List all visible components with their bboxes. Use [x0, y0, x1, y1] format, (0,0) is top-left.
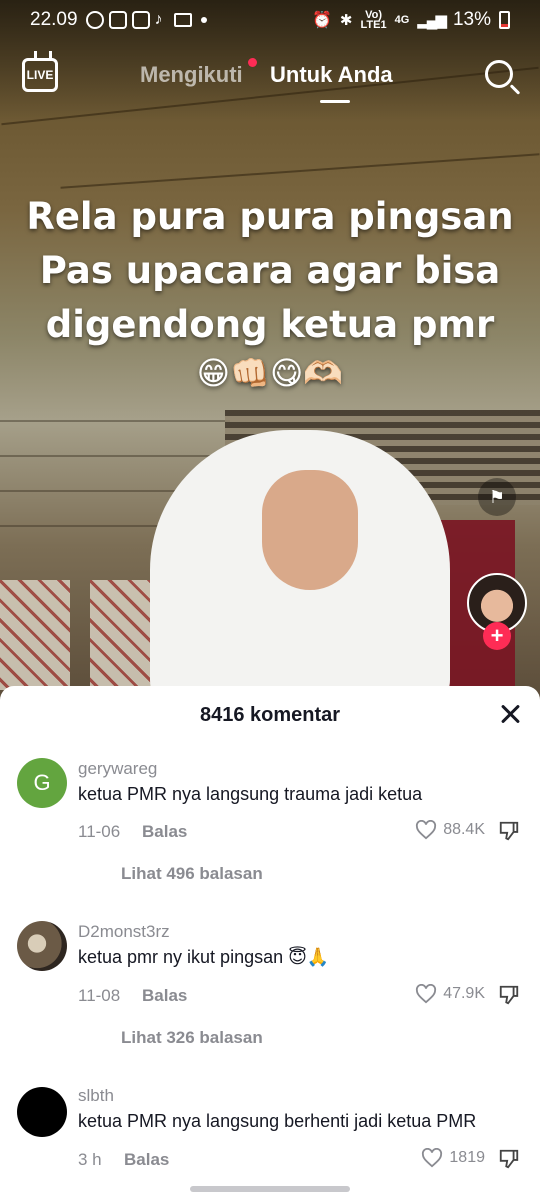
new-content-dot [248, 58, 257, 67]
like-button[interactable]: 47.9K [415, 984, 485, 1004]
gmail-icon [173, 13, 192, 27]
avatar[interactable]: G [17, 758, 67, 808]
alert-icon [108, 11, 127, 29]
avatar[interactable] [17, 921, 67, 971]
comment-username[interactable]: gerywareg [78, 759, 157, 779]
bluetooth-icon: ✱ [339, 12, 353, 29]
volte-indicator: Vo) LTE1 [360, 10, 387, 31]
avatar[interactable] [17, 1087, 67, 1137]
signal-icon: ▂▄▆ [417, 12, 447, 29]
reply-button[interactable]: Balas [142, 822, 187, 842]
close-icon[interactable] [497, 702, 523, 728]
battery-percent: 13% [452, 9, 491, 30]
comment-time: 11-08 [78, 986, 121, 1005]
reply-button[interactable]: Balas [142, 986, 187, 1006]
caption-line: digendong ketua pmr [45, 303, 495, 346]
comment-username[interactable]: slbth [78, 1086, 114, 1106]
like-count: 1819 [449, 1149, 485, 1166]
dislike-icon[interactable] [498, 1148, 520, 1170]
top-nav: LIVE Mengikuti Untuk Anda [0, 50, 540, 110]
tab-following[interactable]: Mengikuti [140, 62, 243, 88]
wall-plank [0, 455, 230, 457]
dislike-icon[interactable] [498, 984, 520, 1006]
tab-for-you[interactable]: Untuk Anda [270, 62, 393, 88]
search-icon[interactable] [485, 60, 513, 88]
heart-icon [416, 820, 437, 840]
comment-time: 11-06 [78, 822, 121, 841]
comments-header: 8416 komentar [0, 686, 540, 744]
status-time: 22.09 [30, 9, 78, 30]
view-replies-button[interactable]: Lihat 326 balasan [121, 1028, 263, 1048]
caption-line: Rela pura pura pingsan [26, 195, 514, 238]
lte-label: LTE1 [360, 19, 387, 31]
live-icon[interactable]: LIVE [22, 58, 58, 92]
comment-text: ketua PMR nya langsung berhenti jadi ket… [78, 1111, 477, 1131]
comment-username[interactable]: D2monst3rz [78, 922, 170, 942]
shopping-bag-icon [131, 11, 150, 29]
whatsapp-icon [85, 11, 104, 29]
like-count: 47.9K [443, 985, 485, 1002]
like-button[interactable]: 1819 [421, 1148, 485, 1168]
patterned-cloth [0, 580, 70, 690]
caption-emoji: 😁👊🏻😋🫶🏻 [196, 354, 344, 392]
follow-button[interactable]: + [483, 622, 511, 650]
heart-icon [422, 1148, 443, 1168]
active-tab-indicator [320, 100, 350, 103]
alarm-icon: ⏰ [312, 12, 332, 29]
comment-time: 3 h [78, 1150, 102, 1169]
like-button[interactable]: 88.4K [415, 820, 485, 840]
person-face [262, 470, 358, 590]
like-count: 88.4K [443, 821, 485, 838]
view-replies-button[interactable]: Lihat 496 balasan [121, 864, 263, 884]
comment-text: ketua PMR nya langsung trauma jadi ketua [78, 784, 423, 804]
status-bar: 22.09 ♪ ⏰ ✱ Vo) LTE1 4G ▂▄▆ 13% [0, 0, 540, 40]
report-flag-icon[interactable]: ⚑ [478, 478, 516, 516]
home-indicator[interactable] [190, 1186, 350, 1192]
comment-count: 8416 komentar [199, 704, 341, 726]
tiktok-icon: ♪ [154, 11, 163, 28]
network-type: 4G [394, 14, 410, 26]
video-caption: Rela pura pura pingsan Pas upacara agar … [0, 190, 540, 394]
battery-icon [499, 11, 510, 29]
reply-button[interactable]: Balas [124, 1150, 169, 1170]
comment-text: ketua pmr ny ikut pingsan 😇🙏 [78, 947, 330, 967]
heart-icon [416, 984, 437, 1004]
caption-line: Pas upacara agar bisa [39, 249, 501, 292]
dislike-icon[interactable] [498, 820, 520, 842]
wall-plank [0, 420, 230, 422]
ceiling-beam [60, 153, 540, 189]
comments-sheet: 8416 komentar G gerywareg ketua PMR nya … [0, 686, 540, 1200]
more-notifications-icon [200, 17, 207, 23]
